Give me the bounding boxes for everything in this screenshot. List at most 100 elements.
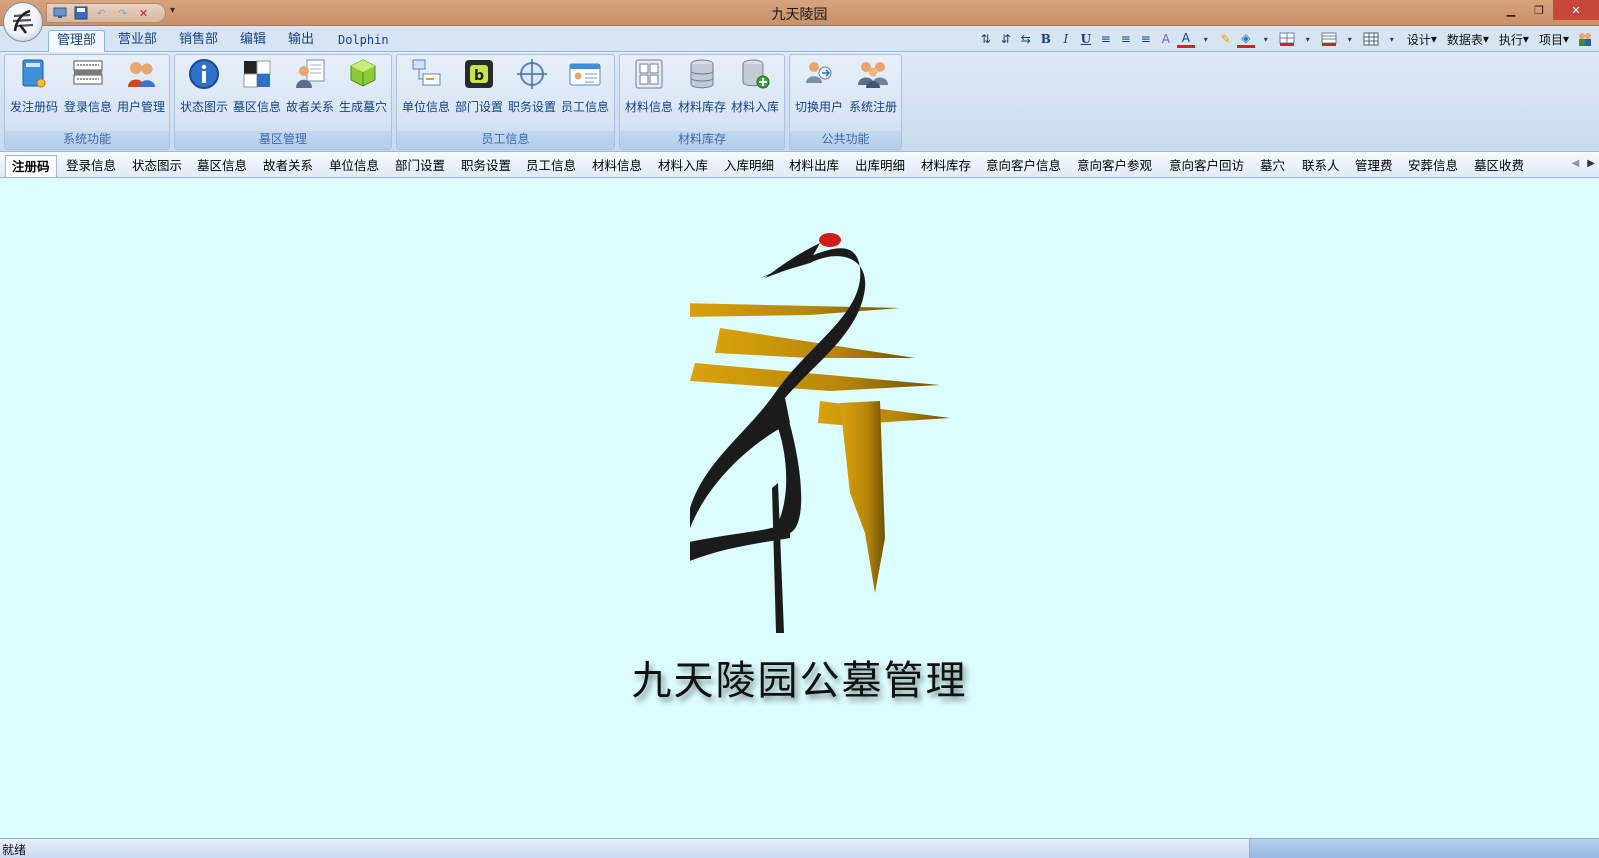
font-color-icon[interactable]: A [1176,31,1195,48]
tab-management[interactable]: 管理部 [48,30,106,52]
doc-tab-tomb[interactable]: 墓穴 [1254,155,1291,177]
doc-tab-material-inbound[interactable]: 材料入库 [652,155,714,177]
user-management-button[interactable]: 用户管理 [114,57,168,115]
org-chart-icon [412,59,441,86]
italic-icon[interactable]: I [1057,29,1075,49]
app-logo-icon [12,9,34,34]
users-icon [128,62,155,87]
scroll-left-icon[interactable]: ◀ [1572,158,1580,169]
issue-registration-code-button[interactable]: 发注册码 [7,57,61,115]
database-add-icon [742,59,770,89]
close-button[interactable]: ✕ [1553,0,1599,20]
table-dropdown-icon[interactable]: ▾ [1383,29,1401,49]
highlight-icon[interactable]: ✎ [1217,29,1235,49]
document-tabs: 注册码 登录信息 状态图示 墓区信息 故者关系 单位信息 部门设置 职务设置 员… [0,152,1599,178]
gridlines-icon[interactable] [1277,29,1297,49]
department-settings-button[interactable]: b 部门设置 [452,57,506,115]
doc-tab-material-info[interactable]: 材料信息 [586,155,648,177]
info-icon [189,59,219,89]
doc-tab-prospect-followup[interactable]: 意向客户回访 [1163,155,1250,177]
sort-ascending-icon[interactable]: ⇅ [977,29,995,49]
unit-info-button[interactable]: 单位信息 [399,57,453,115]
group-label: 系统功能 [5,131,169,149]
fill-color-icon[interactable]: ◈ [1236,31,1255,48]
font-color-dropdown-icon[interactable]: ▾ [1197,29,1215,49]
team-icon [858,62,888,88]
group-label: 公共功能 [790,131,901,149]
doc-tab-login-info[interactable]: 登录信息 [60,155,122,177]
format-toolbar: ⇅ ⇵ ⇆ B I U ≡ ≡ ≡ A A ▾ ✎ ◈ ▾ ▾ ▾ ▾ 设计 ▾… [977,29,1595,49]
font-style-icon[interactable]: A [1157,29,1175,49]
switch-user-button[interactable]: 切换用户 [792,57,846,115]
table-icon[interactable] [1361,29,1381,49]
tab-output[interactable]: 输出 [280,30,322,52]
scroll-right-icon[interactable]: ▶ [1587,158,1595,169]
group-material-inventory: 材料信息 材料库存 材料入库 材料库存 [619,54,785,150]
gridlines-dropdown-icon[interactable]: ▾ [1299,29,1317,49]
deceased-relations-button[interactable]: 故者关系 [283,57,337,115]
doc-tab-material-stock[interactable]: 材料库存 [915,155,977,177]
minimize-button[interactable]: ▁ [1497,0,1525,20]
users-group-icon[interactable] [1575,29,1595,49]
execute-menu[interactable]: 执行 ▾ [1495,29,1533,49]
bold-icon[interactable]: B [1037,29,1055,49]
align-center-icon[interactable]: ≡ [1117,29,1135,49]
status-diagram-button[interactable]: 状态图示 [177,57,231,115]
position-settings-button[interactable]: 职务设置 [505,57,559,115]
restore-button[interactable]: ❐ [1525,0,1553,20]
group-cemetery-management: 状态图示 墓区信息 故者关系 生成墓穴 墓区管理 [174,54,392,150]
alternate-row-dropdown-icon[interactable]: ▾ [1341,29,1359,49]
fill-color-dropdown-icon[interactable]: ▾ [1257,29,1275,49]
system-registration-button[interactable]: 系统注册 [846,57,900,115]
window-title: 九天陵园 [771,7,828,23]
doc-tab-prospect-info[interactable]: 意向客户信息 [980,155,1067,177]
doc-tab-contacts[interactable]: 联系人 [1296,155,1346,177]
doc-tab-cemetery-fees[interactable]: 墓区收费 [1468,155,1530,177]
doc-tab-material-outbound[interactable]: 材料出库 [783,155,845,177]
doc-tab-registration-code[interactable]: 注册码 [5,155,57,177]
project-menu[interactable]: 项目 ▾ [1535,29,1573,49]
department-badge-icon: b [465,60,493,88]
ip-list-icon [73,60,103,85]
align-left-icon[interactable]: ≡ [1097,29,1115,49]
material-info-button[interactable]: 材料信息 [622,57,676,115]
cemetery-area-info-button[interactable]: 墓区信息 [230,57,284,115]
doc-tab-outbound-details[interactable]: 出库明细 [849,155,911,177]
doc-tab-unit-info[interactable]: 单位信息 [323,155,385,177]
doc-tab-burial-info[interactable]: 安葬信息 [1402,155,1464,177]
material-stock-button[interactable]: 材料库存 [675,57,729,115]
window-controls: ▁ ❐ ✕ [1497,0,1599,22]
generate-tomb-button[interactable]: 生成墓穴 [336,57,390,115]
tab-edit[interactable]: 编辑 [232,30,274,52]
tab-business[interactable]: 营业部 [110,30,165,52]
employee-info-button[interactable]: 员工信息 [558,57,612,115]
status-bar: 就绪 [0,838,1599,858]
doc-tab-position-settings[interactable]: 职务设置 [455,155,517,177]
group-label: 员工信息 [397,131,614,149]
doc-tab-cemetery-area-info[interactable]: 墓区信息 [191,155,253,177]
align-right-icon[interactable]: ≡ [1137,29,1155,49]
clear-sort-icon[interactable]: ⇆ [1017,29,1035,49]
datasheet-menu[interactable]: 数据表 ▾ [1443,29,1493,49]
app-menu-button[interactable] [3,2,43,42]
doc-tab-prospect-visit[interactable]: 意向客户参观 [1071,155,1158,177]
tab-sales[interactable]: 销售部 [171,30,226,52]
splash-title: 九天陵园公墓管理 [631,658,968,704]
doc-tab-deceased-relations[interactable]: 故者关系 [257,155,319,177]
doc-tab-inbound-details[interactable]: 入库明细 [718,155,780,177]
group-employee-info: 单位信息 b 部门设置 职务设置 员工信息 员工信息 [396,54,615,150]
database-icon [690,59,714,89]
underline-icon[interactable]: U [1077,29,1095,49]
tab-dolphin[interactable]: Dolphin [330,30,397,52]
sort-descending-icon[interactable]: ⇵ [997,29,1015,49]
doc-tab-employee-info[interactable]: 员工信息 [520,155,582,177]
doc-tab-department-settings[interactable]: 部门设置 [389,155,451,177]
grid-blocks-icon [243,60,271,88]
design-menu[interactable]: 设计 ▾ [1403,29,1441,49]
login-info-button[interactable]: 登录信息 [61,57,115,115]
person-card-icon [296,59,325,88]
material-inbound-button[interactable]: 材料入库 [728,57,782,115]
doc-tab-status-diagram[interactable]: 状态图示 [126,155,188,177]
doc-tab-management-fee[interactable]: 管理费 [1349,155,1399,177]
alternate-row-icon[interactable] [1319,29,1339,49]
